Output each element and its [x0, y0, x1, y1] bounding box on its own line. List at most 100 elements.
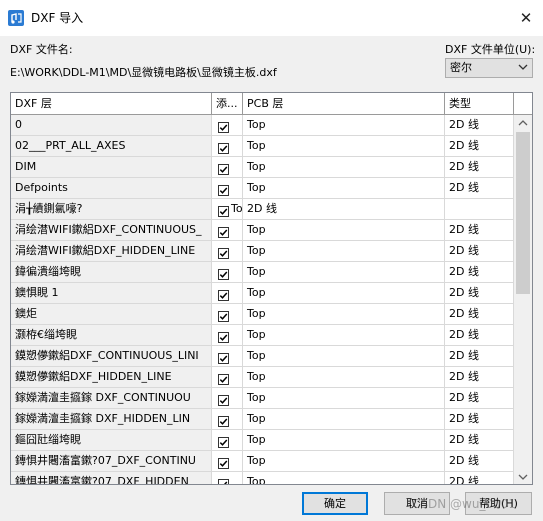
pcb-layer-cell[interactable]: Top — [243, 241, 445, 262]
type-cell[interactable]: 2D 线 — [445, 388, 514, 409]
add-layer-checkbox[interactable] — [218, 414, 229, 427]
add-layer-checkbox[interactable] — [218, 330, 229, 343]
dxf-layer-cell[interactable]: 02___PRT_ALL_AXES — [11, 136, 212, 157]
dxf-layer-cell[interactable]: 0 — [11, 115, 212, 136]
dxf-layer-cell[interactable]: Defpoints — [11, 178, 212, 199]
type-cell[interactable]: 2D 线 — [445, 241, 514, 262]
dxf-layer-cell[interactable]: 鎵嬫満澶圭攨鎵 DXF_CONTINUOU — [11, 388, 212, 409]
table-row[interactable]: 鏄惧井闀滀富鏉?07_DXF_CONTINU Top 2D 线 — [11, 451, 514, 472]
table-row[interactable]: 鎵嬫満澶圭攨鎵 DXF_CONTINUOU Top 2D 线 — [11, 388, 514, 409]
pcb-layer-cell[interactable]: Top — [243, 409, 445, 430]
table-row[interactable]: Defpoints Top 2D 线 — [11, 178, 514, 199]
add-layer-checkbox[interactable] — [218, 477, 229, 484]
dxf-layer-cell[interactable]: 鍏徧潰缁垮睍 — [11, 262, 212, 283]
type-cell[interactable]: 2D 线 — [445, 115, 514, 136]
add-layer-checkbox[interactable] — [218, 246, 229, 259]
pcb-layer-cell[interactable]: Top — [243, 283, 445, 304]
dxf-layer-cell[interactable]: 鏂囧瓧缁垮睍 — [11, 430, 212, 451]
pcb-layer-cell[interactable]: Top — [243, 388, 445, 409]
type-cell[interactable]: 2D 线 — [445, 430, 514, 451]
dxf-layer-cell[interactable]: 涓绘澘WIFI鏉絽DXF_CONTINUOUS_ — [11, 220, 212, 241]
type-cell[interactable]: 2D 线 — [445, 304, 514, 325]
header-add[interactable]: 添... — [212, 93, 243, 114]
dxf-layer-cell[interactable]: DIM — [11, 157, 212, 178]
add-layer-checkbox[interactable] — [218, 267, 229, 280]
table-row[interactable]: 涓╁績鍘氱嚎? To 2D 线 — [11, 199, 514, 220]
table-row[interactable]: 鏂囧瓧缁垮睍 Top 2D 线 — [11, 430, 514, 451]
unit-select[interactable]: 密尔 — [445, 58, 533, 78]
scroll-thumb[interactable] — [516, 132, 530, 294]
header-dxf-layer[interactable]: DXF 层 — [11, 93, 212, 114]
header-type[interactable]: 类型 — [445, 93, 514, 114]
scroll-down-button[interactable] — [514, 468, 532, 484]
add-layer-checkbox[interactable] — [218, 435, 229, 448]
pcb-layer-cell[interactable]: Top — [243, 304, 445, 325]
type-cell[interactable]: 2D 线 — [445, 283, 514, 304]
table-row[interactable]: 涓绘澘WIFI鏉絽DXF_HIDDEN_LINE Top 2D 线 — [11, 241, 514, 262]
pcb-layer-cell[interactable]: Top — [243, 451, 445, 472]
table-row[interactable]: 涓绘澘WIFI鏉絽DXF_CONTINUOUS_ Top 2D 线 — [11, 220, 514, 241]
type-cell[interactable]: 2D 线 — [445, 325, 514, 346]
pcb-layer-cell[interactable]: Top — [243, 472, 445, 484]
header-pcb-layer[interactable]: PCB 层 — [243, 93, 445, 114]
ok-button[interactable]: 确定 — [302, 492, 368, 515]
pcb-layer-cell[interactable]: Top — [243, 178, 445, 199]
add-layer-checkbox[interactable] — [218, 372, 229, 385]
pcb-layer-cell[interactable]: Top — [243, 262, 445, 283]
add-layer-checkbox[interactable] — [218, 120, 229, 133]
add-layer-checkbox[interactable] — [218, 162, 229, 175]
vertical-scrollbar[interactable] — [514, 115, 532, 484]
add-layer-checkbox[interactable] — [218, 456, 229, 469]
table-row[interactable]: 0 Top 2D 线 — [11, 115, 514, 136]
dxf-layer-cell[interactable]: 鐭炬 — [11, 304, 212, 325]
dxf-layer-cell[interactable]: 鐭惧睍 1 — [11, 283, 212, 304]
type-cell[interactable]: 2D 线 — [445, 472, 514, 484]
pcb-layer-cell[interactable]: Top — [243, 430, 445, 451]
pcb-layer-cell[interactable]: Top — [243, 367, 445, 388]
table-row[interactable]: 鍏徧潰缁垮睍 Top 2D 线 — [11, 262, 514, 283]
dxf-layer-cell[interactable]: 鏄惧井闀滀富鏉?07_DXF_HIDDEN_ — [11, 472, 212, 484]
table-row[interactable]: 鐭炬 Top 2D 线 — [11, 304, 514, 325]
add-layer-checkbox[interactable] — [218, 183, 229, 196]
dxf-layer-cell[interactable]: 鎵嬫満澶圭攨鎵 DXF_HIDDEN_LIN — [11, 409, 212, 430]
add-layer-checkbox[interactable] — [218, 288, 229, 301]
add-layer-checkbox[interactable] — [218, 225, 229, 238]
add-layer-checkbox[interactable] — [218, 393, 229, 406]
table-row[interactable]: 鏄惧井闀滀富鏉?07_DXF_HIDDEN_ Top 2D 线 — [11, 472, 514, 484]
dxf-layer-cell[interactable]: 鏌愬儚鏉絽DXF_CONTINUOUS_LINI — [11, 346, 212, 367]
add-layer-checkbox[interactable] — [218, 351, 229, 364]
type-cell[interactable]: 2D 线 — [445, 367, 514, 388]
type-cell[interactable]: 2D 线 — [445, 262, 514, 283]
table-row[interactable]: 鐭惧睍 1 Top 2D 线 — [11, 283, 514, 304]
type-cell[interactable]: 2D 线 — [445, 451, 514, 472]
table-row[interactable]: DIM Top 2D 线 — [11, 157, 514, 178]
type-cell[interactable]: 2D 线 — [445, 220, 514, 241]
table-row[interactable]: 鎵嬫満澶圭攨鎵 DXF_HIDDEN_LIN Top 2D 线 — [11, 409, 514, 430]
table-row[interactable]: 02___PRT_ALL_AXES Top 2D 线 — [11, 136, 514, 157]
add-layer-checkbox[interactable] — [218, 309, 229, 322]
table-row[interactable]: 鏌愬儚鏉絽DXF_CONTINUOUS_LINI Top 2D 线 — [11, 346, 514, 367]
add-layer-checkbox[interactable] — [218, 204, 229, 217]
dxf-layer-cell[interactable]: 涓╁績鍘氱嚎? — [11, 199, 212, 220]
type-cell[interactable] — [445, 199, 514, 220]
table-row[interactable]: 鏌愬儚鏉絽DXF_HIDDEN_LINE Top 2D 线 — [11, 367, 514, 388]
pcb-layer-cell[interactable]: Top — [243, 115, 445, 136]
pcb-layer-cell[interactable]: Top — [243, 157, 445, 178]
dxf-layer-cell[interactable]: 涓绘澘WIFI鏉絽DXF_HIDDEN_LINE — [11, 241, 212, 262]
type-cell[interactable]: 2D 线 — [445, 136, 514, 157]
dxf-layer-cell[interactable]: 灏栫€缁垮睍 — [11, 325, 212, 346]
pcb-layer-cell[interactable]: 2D 线 — [243, 199, 445, 220]
pcb-layer-cell[interactable]: Top — [243, 136, 445, 157]
type-cell[interactable]: 2D 线 — [445, 409, 514, 430]
type-cell[interactable]: 2D 线 — [445, 178, 514, 199]
table-row[interactable]: 灏栫€缁垮睍 Top 2D 线 — [11, 325, 514, 346]
type-cell[interactable]: 2D 线 — [445, 157, 514, 178]
scroll-up-button[interactable] — [514, 115, 532, 132]
pcb-layer-cell[interactable]: Top — [243, 220, 445, 241]
add-layer-checkbox[interactable] — [218, 141, 229, 154]
dxf-layer-cell[interactable]: 鏄惧井闀滀富鏉?07_DXF_CONTINU — [11, 451, 212, 472]
pcb-layer-cell[interactable]: Top — [243, 325, 445, 346]
pcb-layer-cell[interactable]: Top — [243, 346, 445, 367]
dxf-layer-cell[interactable]: 鏌愬儚鏉絽DXF_HIDDEN_LINE — [11, 367, 212, 388]
type-cell[interactable]: 2D 线 — [445, 346, 514, 367]
